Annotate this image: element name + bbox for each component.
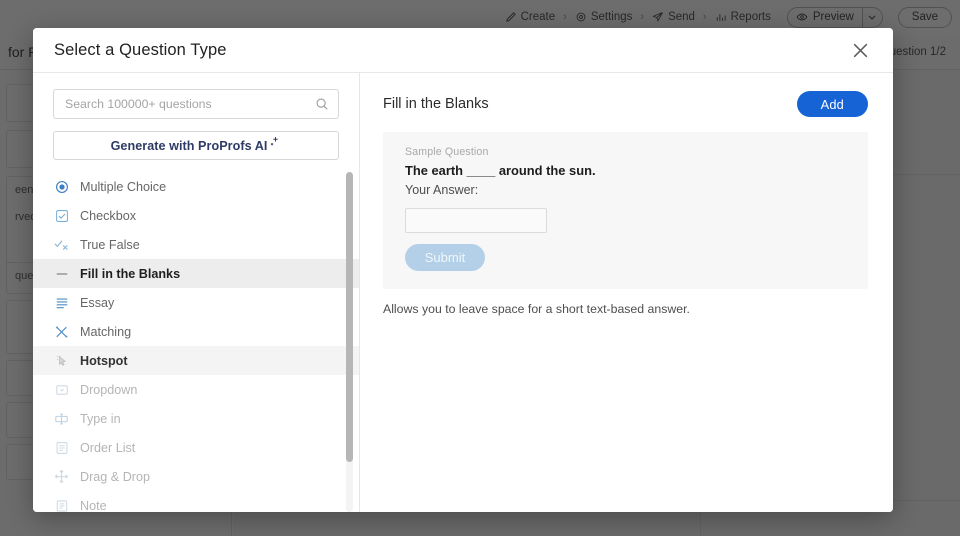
submit-button[interactable]: Submit bbox=[405, 244, 485, 271]
question-type-item-multiple-choice[interactable]: Multiple Choice bbox=[33, 172, 359, 201]
question-type-item-dropdown[interactable]: Dropdown bbox=[33, 375, 359, 404]
note-icon bbox=[54, 498, 69, 512]
blank-line-icon bbox=[54, 266, 69, 281]
preview-title: Fill in the Blanks bbox=[383, 96, 489, 112]
sample-question-text: The earth ____ around the sun. bbox=[405, 163, 596, 178]
question-type-label: Hotspot bbox=[80, 353, 128, 368]
question-type-item-fill-in-the-blanks[interactable]: Fill in the Blanks bbox=[33, 259, 359, 288]
dropdown-icon bbox=[54, 382, 69, 397]
question-type-item-hotspot[interactable]: Hotspot bbox=[33, 346, 359, 375]
answer-input[interactable] bbox=[405, 208, 547, 233]
question-type-label: Essay bbox=[80, 295, 115, 310]
sample-question-label: Sample Question bbox=[405, 146, 489, 158]
close-icon[interactable] bbox=[847, 37, 873, 63]
question-type-label: Drag & Drop bbox=[80, 469, 150, 484]
question-list-scrollbar-thumb[interactable] bbox=[346, 172, 353, 462]
sample-question-card: Sample Question The earth ____ around th… bbox=[383, 132, 868, 289]
add-button[interactable]: Add bbox=[796, 91, 868, 117]
answer-label: Your Answer: bbox=[405, 183, 479, 197]
question-type-item-type-in[interactable]: Type in bbox=[33, 404, 359, 433]
question-type-panel: Generate with ProProfs AI Mult bbox=[33, 73, 360, 512]
select-question-type-modal: Select a Question Type Search 100000+ qu… bbox=[33, 28, 893, 512]
question-preview-panel: Fill in the Blanks Add Sample Question T… bbox=[360, 73, 893, 512]
question-type-label: Fill in the Blanks bbox=[80, 266, 181, 281]
question-type-label: Type in bbox=[80, 411, 121, 426]
question-type-item-note[interactable]: Note bbox=[33, 491, 359, 512]
modal-title: Select a Question Type bbox=[54, 40, 227, 59]
question-type-list: Multiple Choice Checkbox True False Fill… bbox=[33, 172, 359, 512]
modal-body: Generate with ProProfs AI Mult bbox=[33, 73, 893, 512]
question-list-scrollbar[interactable] bbox=[346, 172, 353, 512]
question-type-item-drag-and-drop[interactable]: Drag & Drop bbox=[33, 462, 359, 491]
check-cross-icon bbox=[54, 237, 69, 252]
lines-icon bbox=[54, 295, 69, 310]
question-type-label: Checkbox bbox=[80, 208, 137, 223]
move-arrows-icon bbox=[54, 469, 69, 484]
order-list-icon bbox=[54, 440, 69, 455]
checkbox-icon bbox=[54, 208, 69, 223]
cursor-click-icon bbox=[54, 353, 69, 368]
question-type-label: True False bbox=[80, 237, 140, 252]
question-type-item-checkbox[interactable]: Checkbox bbox=[33, 201, 359, 230]
search-icon bbox=[315, 97, 329, 111]
question-type-item-matching[interactable]: Matching bbox=[33, 317, 359, 346]
question-type-label: Dropdown bbox=[80, 382, 138, 397]
generate-with-ai-button[interactable]: Generate with ProProfs AI bbox=[53, 131, 339, 160]
search-input[interactable] bbox=[65, 97, 315, 111]
search-container bbox=[33, 73, 359, 119]
question-type-label: Multiple Choice bbox=[80, 179, 167, 194]
generate-container: Generate with ProProfs AI bbox=[33, 119, 359, 160]
generate-label: Generate with ProProfs AI bbox=[110, 138, 268, 153]
question-type-label: Matching bbox=[80, 324, 132, 339]
question-type-label: Order List bbox=[80, 440, 136, 455]
type-in-icon bbox=[54, 411, 69, 426]
question-type-item-essay[interactable]: Essay bbox=[33, 288, 359, 317]
preview-header: Fill in the Blanks Add bbox=[383, 89, 868, 119]
question-type-item-order-list[interactable]: Order List bbox=[33, 433, 359, 462]
radio-button-icon bbox=[54, 179, 69, 194]
modal-header: Select a Question Type bbox=[33, 28, 893, 73]
shuffle-icon bbox=[54, 324, 69, 339]
sparkle-icon bbox=[270, 136, 281, 147]
question-type-description: Allows you to leave space for a short te… bbox=[383, 302, 690, 316]
question-type-label: Note bbox=[80, 498, 107, 513]
question-type-item-true-false[interactable]: True False bbox=[33, 230, 359, 259]
search-box[interactable] bbox=[53, 89, 339, 119]
